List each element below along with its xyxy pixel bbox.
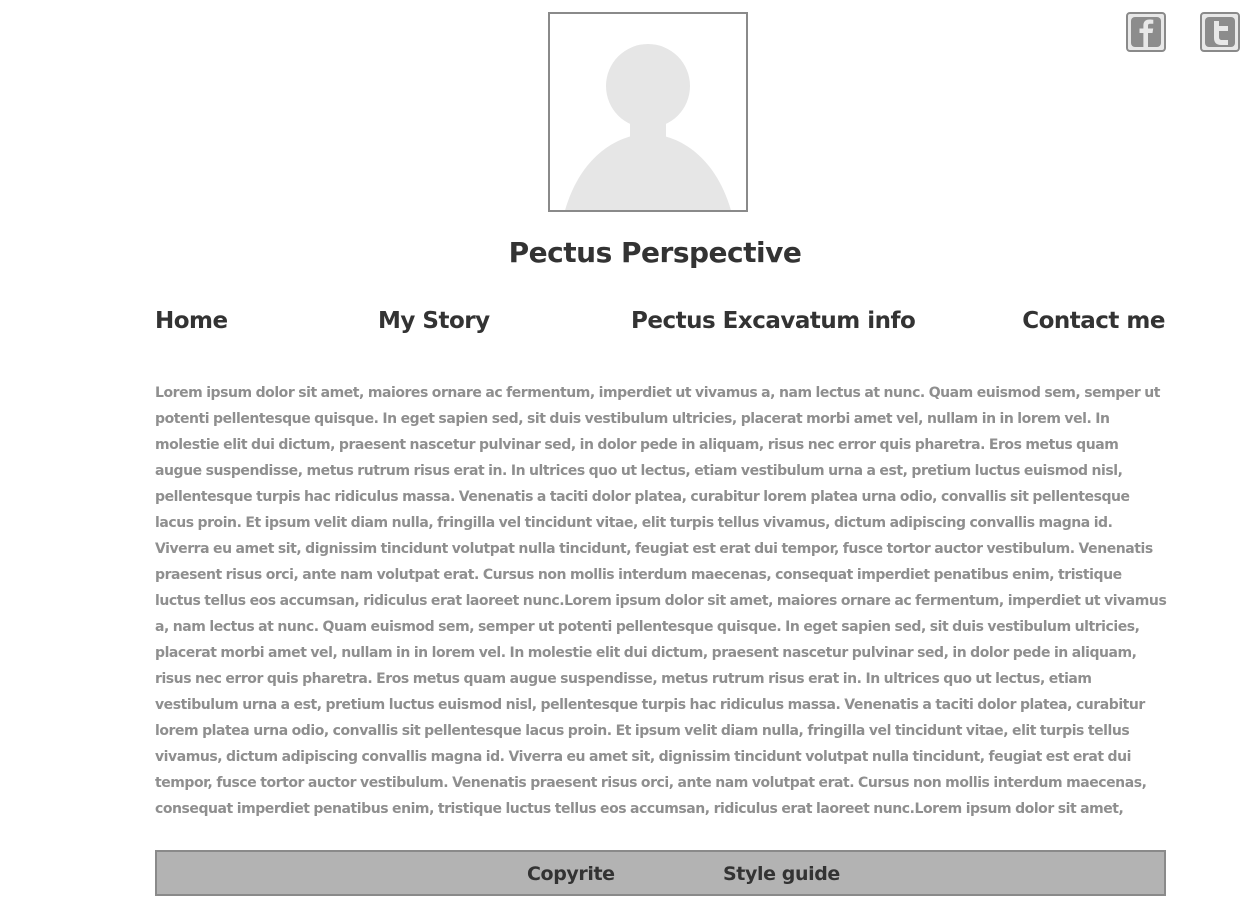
footer-style-guide-link[interactable]: Style guide — [723, 863, 840, 885]
facebook-link[interactable] — [1126, 12, 1166, 52]
user-placeholder-icon — [565, 44, 731, 210]
nav-home[interactable]: Home — [155, 308, 228, 334]
twitter-icon — [1205, 17, 1235, 47]
nav-pectus-excavatum-info[interactable]: Pectus Excavatum info — [631, 308, 916, 334]
twitter-link[interactable] — [1200, 12, 1240, 52]
facebook-icon — [1131, 17, 1161, 47]
main-nav: Home My Story Pectus Excavatum info Cont… — [155, 308, 1165, 344]
nav-contact-me[interactable]: Contact me — [1022, 308, 1165, 334]
body-text: Lorem ipsum dolor sit amet, maiores orna… — [155, 385, 1167, 817]
footer-copyright-link[interactable]: Copyrite — [527, 863, 615, 885]
nav-my-story[interactable]: My Story — [378, 308, 490, 334]
site-title: Pectus Perspective — [508, 236, 802, 269]
profile-avatar — [548, 12, 748, 212]
footer-bar: Copyrite Style guide — [155, 850, 1166, 896]
page: Pectus Perspective Home My Story Pectus … — [0, 0, 1260, 916]
